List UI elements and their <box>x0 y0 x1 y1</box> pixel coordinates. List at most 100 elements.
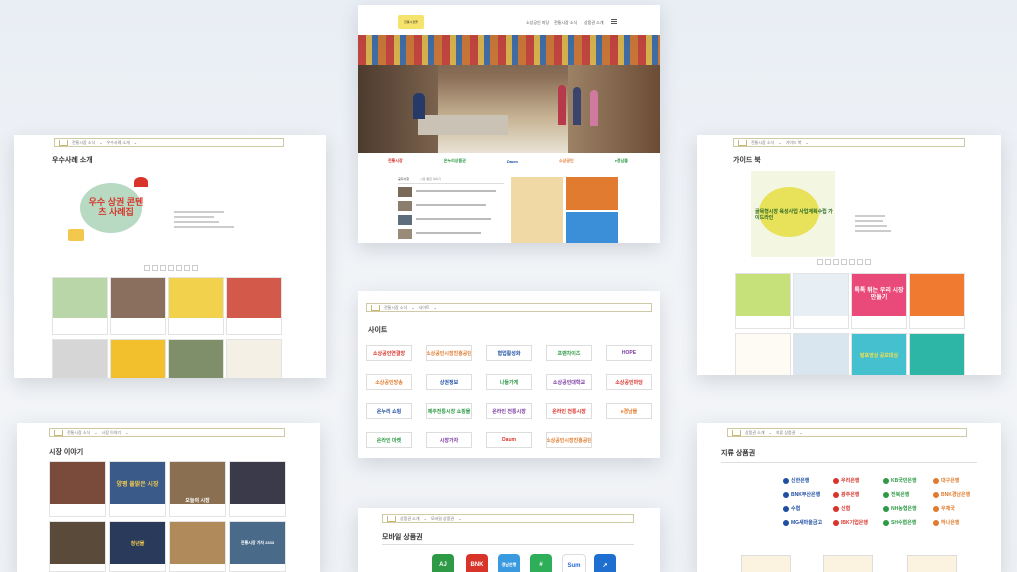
home-icon[interactable] <box>371 304 380 311</box>
site-logo-link[interactable]: HOPE <box>606 345 652 361</box>
app-icon-6[interactable]: ↗ <box>594 554 616 572</box>
chevron-down-icon: ⌄ <box>133 140 138 145</box>
site-logo-link[interactable]: e경남몰 <box>606 403 652 419</box>
news-item-3[interactable] <box>398 215 504 226</box>
home-icon[interactable] <box>59 139 68 146</box>
brand-logo-5[interactable]: e경남몰 <box>615 158 628 164</box>
guidebook-tile[interactable]: 톡톡 튀는 우리 시장 만들기 <box>851 273 907 329</box>
site-logo-link[interactable]: 소상공인시장진흥공단 <box>426 345 472 361</box>
site-logo-link[interactable]: 소상공인방송 <box>366 374 412 390</box>
site-logo-link[interactable]: 온라인 전통시장 <box>486 403 532 419</box>
news-item-1[interactable] <box>398 187 504 198</box>
brand-logo-1[interactable]: 전통시장 <box>388 158 403 164</box>
news-item-4[interactable] <box>398 229 504 240</box>
poster-tile[interactable] <box>168 277 224 335</box>
story-tile[interactable] <box>49 461 106 517</box>
story-tile[interactable]: 전통시장 가자 2333 <box>229 521 286 572</box>
page-button[interactable] <box>152 265 158 271</box>
nav-news[interactable]: 전통시장 소식 <box>554 20 577 26</box>
map-banner[interactable] <box>511 177 563 243</box>
featured-poster[interactable]: 우수 상권 콘텐츠 사례집 <box>60 167 160 257</box>
page-button[interactable] <box>817 259 823 265</box>
poster-tile[interactable] <box>110 277 166 335</box>
site-logo-link[interactable]: 온라인 마켓 <box>366 432 412 448</box>
guidebook-tile[interactable]: 발표영상 공모대상 <box>851 333 907 375</box>
page-button[interactable] <box>857 259 863 265</box>
site-logo-link[interactable]: 소상공인마당 <box>606 374 652 390</box>
guidebook-tile[interactable] <box>735 273 791 329</box>
news-tab[interactable]: 공지사항 <box>398 177 409 181</box>
nav-biz[interactable]: 소상공인 마당 <box>526 20 549 26</box>
site-logo-link[interactable]: 온누리 쇼핑 <box>366 403 412 419</box>
hamburger-icon[interactable] <box>611 19 617 24</box>
page-button[interactable] <box>841 259 847 265</box>
home-icon[interactable] <box>54 429 63 436</box>
app-icon-1[interactable]: AJ <box>432 554 454 572</box>
poster-tile[interactable] <box>52 277 108 335</box>
page-button[interactable] <box>192 265 198 271</box>
page-button[interactable] <box>833 259 839 265</box>
page-button[interactable] <box>865 259 871 265</box>
story-tile[interactable] <box>229 461 286 517</box>
page-button[interactable] <box>144 265 150 271</box>
guidebook-tile[interactable] <box>909 273 965 329</box>
poster-tile[interactable] <box>168 339 224 378</box>
guidebook-tile[interactable] <box>793 273 849 329</box>
guidebook-tile[interactable] <box>793 333 849 375</box>
site-logo-link[interactable]: 협업활성화 <box>486 345 532 361</box>
poster-tile[interactable] <box>226 339 282 378</box>
site-logo-link[interactable]: 제주전통시장 쇼핑몰 <box>426 403 472 419</box>
bank-logo: 우리은행 <box>833 477 859 484</box>
home-icon[interactable] <box>732 429 741 436</box>
bank-name: 우체국 <box>941 506 955 512</box>
brand-logo-4[interactable]: 소상공인 <box>559 158 574 164</box>
site-logo-link[interactable]: 소상공인연결망 <box>366 345 412 361</box>
brand-logo-2[interactable]: 온누리상품권 <box>444 158 466 164</box>
page-button[interactable] <box>849 259 855 265</box>
site-logo-link[interactable]: 소상공인대학교 <box>546 374 592 390</box>
app-icon-2[interactable]: BNK <box>466 554 488 572</box>
poster-tile[interactable] <box>226 277 282 335</box>
home-icon[interactable] <box>738 139 747 146</box>
paper-voucher-page-card: 상품권 소개 ⌄ 지류 상품권 ⌄ 지류 상품권 신한은행 우리은행 KB국민은행 대구은… <box>697 423 1001 572</box>
site-logo-link[interactable]: 상권정보 <box>426 374 472 390</box>
promo-banner-1[interactable] <box>566 177 618 210</box>
app-icon-5[interactable]: Sum <box>562 554 586 572</box>
app-icon-4[interactable]: # <box>530 554 552 572</box>
site-logo-link[interactable]: 프랜차이즈 <box>546 345 592 361</box>
story-tile[interactable] <box>169 521 226 572</box>
featured-guidebook[interactable]: 골목형시장 육성사업 사업계획수립 가이드라인 <box>751 171 835 257</box>
nav-voucher[interactable]: 상품권 소개 <box>584 20 604 26</box>
promo-banner-2[interactable] <box>566 212 618 243</box>
poster-tile[interactable] <box>52 339 108 378</box>
home-icon[interactable] <box>387 515 396 522</box>
news-item-2[interactable] <box>398 201 504 212</box>
brand-logo-3[interactable]: Daum <box>507 159 518 164</box>
page-button[interactable] <box>168 265 174 271</box>
news-tab-2[interactable]: 시장 통합 이야기 <box>420 177 441 181</box>
app-icon-3[interactable]: 경남은행 <box>498 554 520 572</box>
bank-logo: 신협 <box>833 505 850 512</box>
site-logo-link[interactable]: 나들가게 <box>486 374 532 390</box>
story-tile[interactable]: 오늘의 시장 <box>169 461 226 517</box>
poster-tile[interactable] <box>110 339 166 378</box>
page-button[interactable] <box>825 259 831 265</box>
bank-emblem-icon <box>933 491 939 498</box>
guidebook-tile[interactable] <box>735 333 791 375</box>
site-logo-link[interactable]: 온라인 전통시장 <box>546 403 592 419</box>
mobile-voucher-page-card: 상품권 소개 ⌄ 모바일 상품권 ⌄ 모바일 상품권 AJ BNK 경남은행 # S… <box>358 508 660 572</box>
guidebook-tile[interactable] <box>909 333 965 375</box>
page-button[interactable] <box>160 265 166 271</box>
story-tile[interactable] <box>49 521 106 572</box>
story-tile[interactable]: 청년몰 <box>109 521 166 572</box>
home-page-card: 전통시장몰 소상공인 마당 전통시장 소식 상품권 소개 전통시장 온누리상품권… <box>358 5 660 243</box>
chevron-down-icon: ⌄ <box>94 430 98 435</box>
site-logo-link[interactable]: 소상공인시장진흥공단 <box>546 432 592 448</box>
story-tile[interactable]: 양평 물맑은 시장 <box>109 461 166 517</box>
site-logo[interactable]: 전통시장몰 <box>398 15 424 29</box>
site-logo-link[interactable]: Daum <box>486 432 532 448</box>
page-button[interactable] <box>184 265 190 271</box>
site-logo-link[interactable]: 시장가자 <box>426 432 472 448</box>
bank-logo: SH수협은행 <box>883 519 916 526</box>
page-button[interactable] <box>176 265 182 271</box>
